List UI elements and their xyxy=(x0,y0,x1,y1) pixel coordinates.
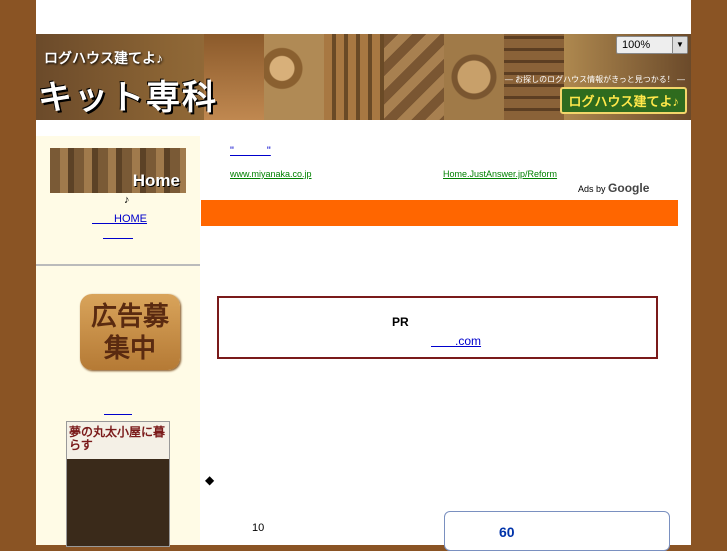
google-logo: Google xyxy=(608,181,650,195)
banner-sign: ログハウス建てよ♪ xyxy=(560,87,687,114)
sidebar-link-2[interactable] xyxy=(104,414,132,415)
home-banner-image[interactable]: Home xyxy=(50,148,186,193)
book-cover-image[interactable]: 夢の丸太小屋に暮らす xyxy=(66,421,170,547)
ads-by-google[interactable]: Ads by Google xyxy=(578,181,649,195)
home-link[interactable]: HOME xyxy=(92,210,147,226)
diamond-bullet: ◆ xyxy=(205,473,215,487)
banner-tagline: ― お探しのログハウス情報がきっと見つかる！ ― xyxy=(504,75,685,84)
pr-link-label: .com xyxy=(455,334,482,348)
info-box-number: 60 xyxy=(499,524,515,540)
chevron-down-icon[interactable]: ▼ xyxy=(672,37,687,53)
sidebar: Home ♪ HOME 広告募集中 夢の丸太小屋に暮らす xyxy=(36,136,200,547)
log-ends-photo xyxy=(264,34,324,120)
orange-bar xyxy=(201,200,678,226)
pr-box: PR .com xyxy=(217,296,658,359)
ad-1-title[interactable]: " " xyxy=(230,142,310,158)
log-wall-photo xyxy=(324,34,384,120)
log-end-photo xyxy=(444,34,504,120)
banner-title: キット専科 xyxy=(38,79,218,117)
log-joint-photo xyxy=(384,34,444,120)
count-text: 10 xyxy=(252,522,265,534)
zoom-value: 100% xyxy=(622,39,651,51)
site-banner[interactable]: ログハウス建てよ♪ キット専科 ― お探しのログハウス情報がきっと見つかる！ ―… xyxy=(36,34,691,120)
book-title: 夢の丸太小屋に暮らす xyxy=(69,425,166,452)
sidebar-divider xyxy=(36,264,200,266)
ad-2-title[interactable] xyxy=(443,142,507,154)
banner-subtitle: ログハウス建てよ♪ xyxy=(44,50,163,66)
pr-label: PR xyxy=(392,315,409,329)
ad-recruit-badge[interactable]: 広告募集中 xyxy=(80,294,180,370)
main-content: " " www.miyanaka.co.jp Home.JustAnswer.j… xyxy=(200,136,691,551)
zoom-select[interactable]: 100% ▼ xyxy=(616,36,688,54)
home-link-label: HOME xyxy=(114,213,147,225)
ad-1-url[interactable]: www.miyanaka.co.jp xyxy=(230,169,312,179)
info-box: 60 xyxy=(444,511,670,551)
pr-link[interactable]: .com xyxy=(431,332,481,349)
home-image-text: Home xyxy=(132,171,180,190)
sidebar-note: ♪ xyxy=(124,194,130,206)
sidebar-link[interactable] xyxy=(103,238,133,239)
page: ログハウス建てよ♪ キット専科 ― お探しのログハウス情報がきっと見つかる！ ―… xyxy=(36,0,691,551)
ad-2-url[interactable]: Home.JustAnswer.jp/Reform xyxy=(443,169,557,179)
ads-by-label: Ads by xyxy=(578,184,606,194)
